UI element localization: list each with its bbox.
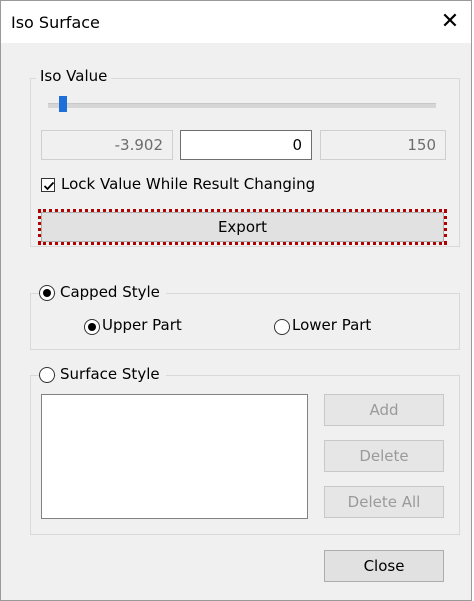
surface-style-label[interactable]: Surface Style xyxy=(56,365,166,383)
lower-part-label[interactable]: Lower Part xyxy=(292,316,371,334)
lock-value-checkbox[interactable] xyxy=(41,178,55,192)
upper-part-radio[interactable] xyxy=(84,319,100,335)
dialog-title: Iso Surface xyxy=(11,13,100,32)
iso-value-slider-track[interactable] xyxy=(48,103,436,108)
capped-style-label[interactable]: Capped Style xyxy=(56,283,166,301)
add-button[interactable]: Add xyxy=(324,394,444,426)
close-icon[interactable]: ✕ xyxy=(435,7,465,37)
iso-surface-dialog: Iso Surface ✕ Iso Value -3.902 0 150 Loc… xyxy=(0,0,472,601)
capped-style-radio[interactable] xyxy=(39,285,55,301)
surface-style-radio[interactable] xyxy=(39,367,55,383)
delete-button[interactable]: Delete xyxy=(324,440,444,472)
radio-selected-dot xyxy=(43,289,51,297)
iso-value-slider-thumb[interactable] xyxy=(59,96,68,112)
close-button[interactable]: Close xyxy=(324,550,444,582)
lock-value-label[interactable]: Lock Value While Result Changing xyxy=(61,175,315,193)
title-bar: Iso Surface ✕ xyxy=(1,1,471,43)
lower-part-radio[interactable] xyxy=(274,319,290,335)
checkmark-icon xyxy=(43,181,55,191)
upper-part-label[interactable]: Upper Part xyxy=(102,316,182,334)
export-button[interactable]: Export xyxy=(38,209,447,245)
max-value-field: 150 xyxy=(320,130,446,160)
min-value-field: -3.902 xyxy=(41,130,173,160)
iso-value-input[interactable]: 0 xyxy=(180,130,312,160)
delete-all-button[interactable]: Delete All xyxy=(324,486,444,518)
surface-style-list[interactable] xyxy=(41,394,308,519)
iso-value-legend: Iso Value xyxy=(36,67,112,85)
radio-selected-dot xyxy=(88,323,96,331)
